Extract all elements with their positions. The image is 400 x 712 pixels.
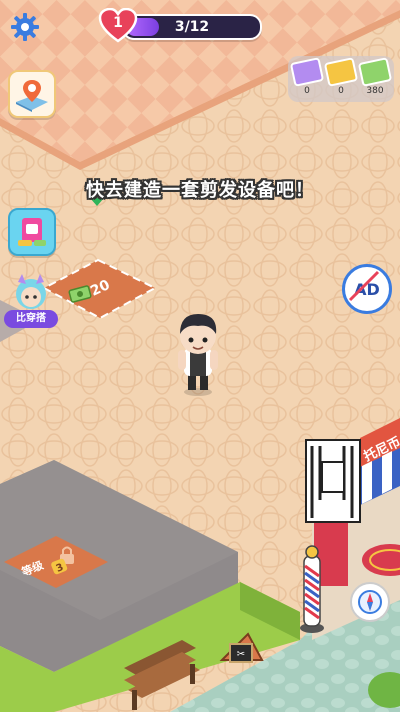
gear-icon [11, 13, 39, 41]
map-button[interactable] [8, 70, 56, 118]
currency-ticket: 0 [323, 57, 359, 96]
game-scene: ✂ 20 等级 3 托尼币 [0, 0, 400, 712]
ticket-icon [323, 57, 359, 87]
currency-value: 0 [304, 86, 310, 96]
cash-bill-icon [357, 57, 393, 87]
compass-button[interactable] [350, 582, 390, 622]
currency-cash: 380 [357, 57, 393, 96]
map-pin-icon [16, 80, 48, 112]
settings-button[interactable] [8, 10, 42, 44]
currency-value: 380 [366, 86, 384, 96]
progress-text: 3/12 [174, 19, 210, 35]
remove-ads-button[interactable]: AD [342, 264, 392, 314]
progress-track: 3/12 [122, 14, 262, 40]
outfit-contest-label: 比穿搭 [4, 310, 58, 328]
compass-icon [358, 590, 382, 614]
currency-shirt: 0 [289, 57, 325, 96]
level-progress: 3/12 1 [98, 8, 262, 43]
currency-value: 0 [338, 86, 344, 96]
no-ads-slash-icon [348, 270, 380, 302]
wardrobe-button[interactable] [8, 208, 56, 256]
currency-panel: 0 0 380 [288, 56, 394, 102]
shirt-token-icon [289, 57, 325, 87]
level-number: 1 [113, 15, 123, 31]
clothes-icon [18, 218, 46, 246]
task-hint-text: 快去建造一套剪发设备吧！ [86, 180, 314, 201]
svg-text:✂: ✂ [237, 649, 245, 660]
avatar-girl-icon [16, 274, 46, 309]
